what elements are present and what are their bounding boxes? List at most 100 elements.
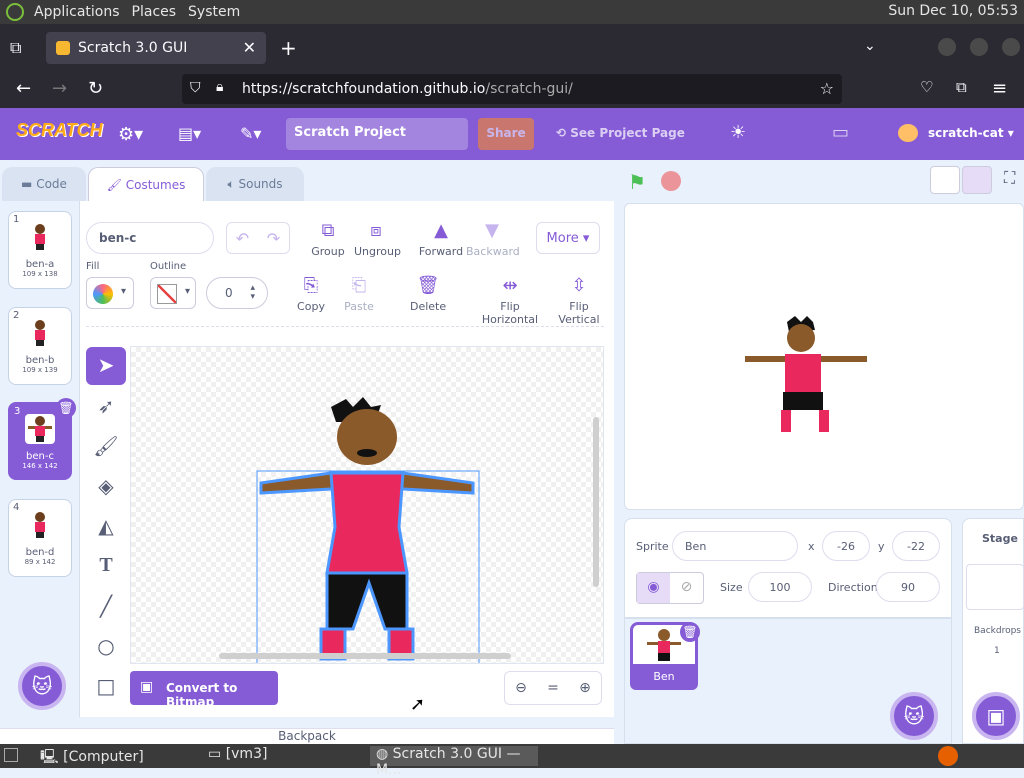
zoom-reset-button[interactable]: = [547,680,559,696]
costume-name: ben-c [26,451,54,462]
sprite-item-label: Ben [630,664,698,690]
costume-item-1[interactable]: 1 ben-a 109 x 138 [8,211,72,289]
undo-icon[interactable]: ↶ [236,229,249,248]
url-bar[interactable]: ⛉ 🔒︎ https://scratchfoundation.github.io… [182,74,842,104]
sprite-name-input[interactable]: Ben [672,531,798,561]
settings-gear-icon[interactable]: ⚙▾ [118,124,143,145]
firefox-tray-icon[interactable] [938,746,958,766]
minimize-window-icon[interactable] [938,38,956,56]
back-icon[interactable]: ← [16,78,31,99]
forward-button[interactable]: ▲ Forward [418,220,464,258]
backward-button[interactable]: ▼ Backward [466,220,520,258]
ungroup-button[interactable]: ⧈ Ungroup [354,220,401,258]
project-title-input[interactable]: Scratch Project [286,118,468,150]
hamburger-menu-icon[interactable]: ≡ [992,78,1007,99]
add-sprite-cat-icon[interactable]: 🐱︎ [890,692,938,740]
lock-icon[interactable]: 🔒︎ [216,79,223,95]
copy-icon: ⎘ [303,275,319,296]
taskbar-item-firefox[interactable]: ◍ Scratch 3.0 GUI — M... [370,746,538,778]
new-tab-icon[interactable]: + [280,36,297,60]
share-button[interactable]: Share [478,118,534,150]
rectangle-tool-icon[interactable]: □ [86,668,126,706]
normal-stage-icon[interactable] [962,166,992,194]
maximize-window-icon[interactable] [970,38,988,56]
direction-input[interactable]: 90 [876,572,940,602]
forward-icon[interactable]: → [52,78,67,99]
convert-to-bitmap-button[interactable]: ▣ Convert to Bitmap [130,671,278,709]
costume-name-input[interactable]: ben-c [86,222,214,254]
paste-button[interactable]: ⎗ Paste [342,275,376,313]
tab-overview-icon[interactable]: ⧉ [10,38,21,58]
my-stuff-folder-icon[interactable]: ▭ [832,122,849,143]
stage-canvas[interactable] [624,203,1024,510]
outline-color-picker[interactable]: ▾ [150,277,196,309]
show-eye-icon[interactable]: ◉ [637,573,670,603]
circle-tool-icon[interactable]: ○ [86,628,126,666]
tab-sounds[interactable]: 🔈︎ Sounds [206,167,304,201]
stop-icon[interactable] [661,171,681,191]
tab-code[interactable]: ▬ Code [2,167,86,201]
x-position-input[interactable]: -26 [822,531,870,561]
fullscreen-icon[interactable]: ⛶ [1004,168,1015,188]
stage-thumbnail[interactable] [966,564,1024,610]
browser-tab-active[interactable]: Scratch 3.0 GUI ✕ [46,32,266,64]
reshape-tool-icon[interactable]: ➶ [86,388,126,426]
fill-color-picker[interactable]: ▾ [86,277,134,309]
flip-horizontal-button[interactable]: ⇹ Flip Horizontal [476,275,544,326]
redo-icon[interactable]: ↷ [267,229,280,248]
user-menu[interactable]: scratch-cat ▾ [928,126,1014,140]
shield-icon[interactable]: ⛉ [190,80,201,96]
more-menu-button[interactable]: More ▾ [536,222,600,254]
line-tool-icon[interactable]: ╱ [86,588,126,626]
select-tool-icon[interactable]: ➤ [86,347,126,385]
os-clock[interactable]: Sun Dec 10, 05:53 [888,3,1018,19]
stepper-arrows-icon[interactable]: ▴ ▾ [250,284,255,302]
eraser-tool-icon[interactable]: ◈ [86,468,126,506]
brush-tool-icon[interactable]: 🖌︎ [86,428,126,466]
outline-width-stepper[interactable]: 0 ▴ ▾ [206,277,268,309]
delete-sprite-icon[interactable]: 🗑︎ [680,622,700,642]
chevron-down-icon[interactable]: ⌄ [864,38,876,54]
close-window-icon[interactable] [1002,38,1020,56]
taskbar-item-vm3[interactable]: ▭ [vm3] [202,746,362,766]
copy-button[interactable]: ⎘ Copy [296,275,326,313]
see-project-page-button[interactable]: ⟲ See Project Page [556,126,685,140]
green-flag-icon[interactable]: ⚑ [628,170,646,194]
tab-costumes[interactable]: 🖌︎ Costumes [88,167,204,201]
theme-lightbulb-icon[interactable]: ☀ [730,122,746,143]
close-tab-icon[interactable]: ✕ [243,38,256,57]
pocket-icon[interactable]: ♡ [920,78,933,96]
extensions-icon[interactable]: ⧉ [956,78,967,96]
text-tool-icon[interactable]: T [86,548,126,586]
os-menu-applications[interactable]: Applications [34,4,120,20]
fill-tool-icon[interactable]: ◭ [86,508,126,546]
zoom-out-icon[interactable]: ⊖ [515,680,527,696]
small-stage-icon[interactable] [930,166,960,194]
scratch-logo[interactable]: SCRATCH [16,120,103,141]
costume-item-2[interactable]: 2 ben-b 109 x 139 [8,307,72,385]
add-backdrop-icon[interactable]: ▣ [972,692,1020,740]
user-avatar[interactable] [898,124,918,142]
show-desktop-icon[interactable] [4,748,18,762]
file-menu-icon[interactable]: ▤▾ [178,124,201,143]
zoom-in-icon[interactable]: ⊕ [579,680,591,696]
delete-button[interactable]: 🗑︎ Delete [410,275,446,313]
bookmark-star-icon[interactable]: ☆ [820,79,834,98]
distro-logo-icon[interactable] [6,3,24,21]
group-button[interactable]: ⧉ Group [310,220,346,258]
reload-icon[interactable]: ↻ [88,78,103,99]
y-position-input[interactable]: -22 [892,531,940,561]
taskbar-item-computer[interactable]: 🖳︎ [Computer] [34,746,194,766]
delete-costume-icon[interactable]: 🗑︎ [56,398,76,418]
hide-eye-icon[interactable]: ⊘ [670,573,703,603]
os-menu-system[interactable]: System [188,4,240,20]
os-menu-places[interactable]: Places [132,4,177,20]
add-costume-cat-icon[interactable]: 🐱︎ [18,662,66,710]
edit-menu-icon[interactable]: ✎▾ [240,124,261,143]
ben-sprite-on-stage [745,316,867,432]
size-input[interactable]: 100 [748,572,812,602]
paint-canvas[interactable] [130,346,604,664]
costume-item-4[interactable]: 4 ben-d 89 x 142 [8,499,72,577]
flip-vertical-button[interactable]: ⇳ Flip Vertical [550,275,608,326]
backpack-header[interactable]: Backpack [0,728,614,744]
